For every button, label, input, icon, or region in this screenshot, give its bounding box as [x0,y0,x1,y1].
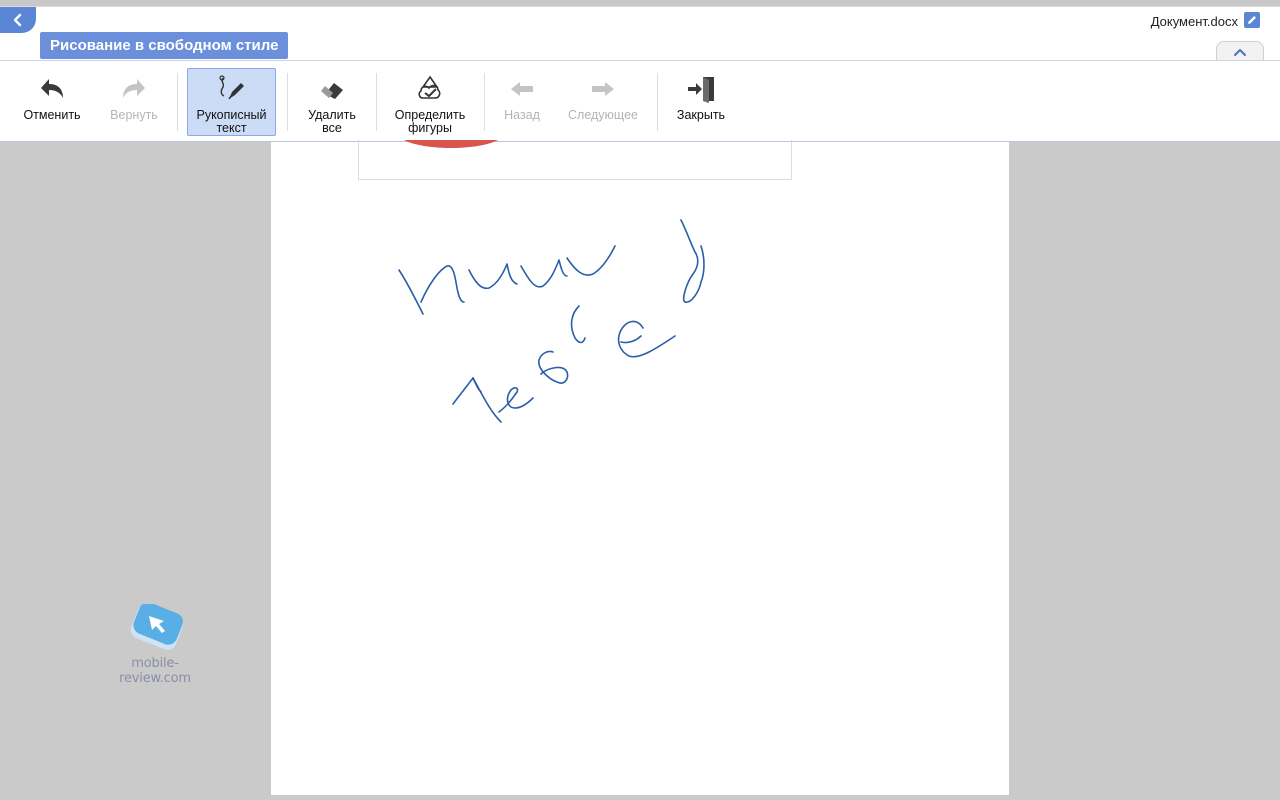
drawing-toolbar: Отменить Вернуть Рукописный текст Удалит… [0,60,1280,142]
header-bar: Рисование в свободном стиле Документ.doc… [0,6,1280,62]
document-page[interactable] [271,140,1009,795]
close-label: Закрыть [676,108,726,122]
next-step-button[interactable]: Следующее [562,68,644,136]
undo-label: Отменить [23,108,81,122]
handwriting-label-line2: текст [216,121,247,135]
next-step-label: Следующее [568,108,638,122]
exit-door-icon [688,77,714,103]
arrow-left-icon [511,82,533,96]
handwriting-button[interactable]: Рукописный текст [187,68,276,136]
document-name: Документ.docx [1150,14,1238,29]
delete-all-button[interactable]: Удалить все [296,68,368,136]
back-step-label: Назад [504,108,540,122]
back-step-button[interactable]: Назад [492,68,552,136]
detect-shapes-button[interactable]: Определить фигуры [386,68,474,136]
pencil-icon [1248,16,1256,24]
back-button[interactable] [0,7,36,33]
close-button[interactable]: Закрыть [666,68,736,136]
redo-label: Вернуть [110,108,158,122]
shape-recognition-icon [418,75,441,99]
collapse-toolbar-button[interactable] [1216,41,1264,62]
pen-icon [218,74,244,99]
undo-icon [41,79,63,98]
handwriting-strokes [398,219,705,423]
delete-all-label-line2: все [322,121,342,135]
toolbar-divider [177,73,178,131]
toolbar-divider [287,73,288,131]
arrow-right-icon [592,82,614,96]
redo-icon [123,79,145,98]
detect-shapes-label-line2: фигуры [408,121,452,135]
chevron-up-icon [1234,48,1246,56]
undo-button[interactable]: Отменить [16,68,88,136]
toolbar-divider [376,73,377,131]
watermark-text: mobile-review.com [119,656,191,686]
watermark: mobile-review.com [104,602,206,686]
watermark-logo-icon [130,602,184,650]
edit-document-name-button[interactable] [1244,12,1260,28]
redo-button[interactable]: Вернуть [98,68,170,136]
toolbar-divider [657,73,658,131]
chevron-left-icon [13,13,22,27]
mode-title-tab[interactable]: Рисование в свободном стиле [40,32,289,59]
toolbar-divider [484,73,485,131]
eraser-icon [321,83,343,99]
